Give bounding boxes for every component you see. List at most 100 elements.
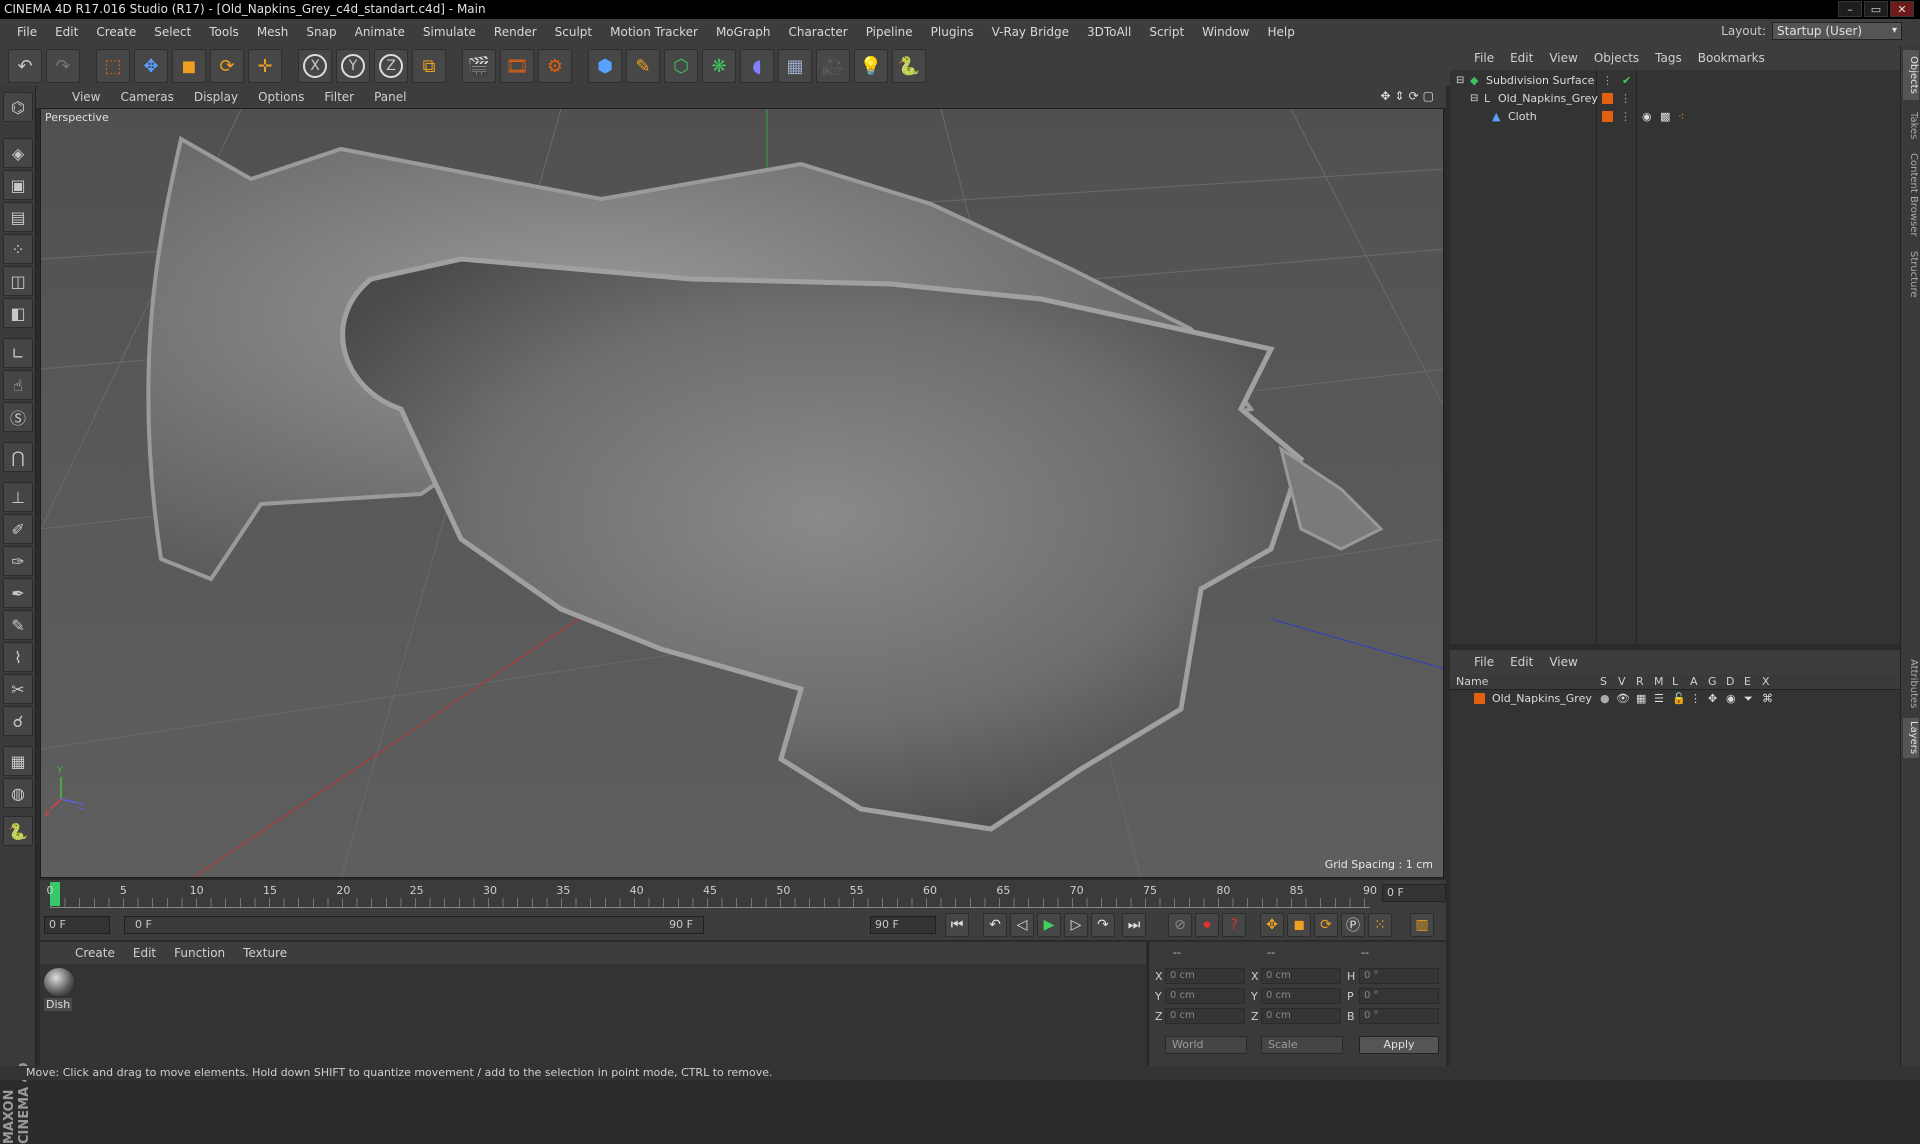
menu-motion-tracker[interactable]: Motion Tracker [601, 19, 707, 46]
sculpt-brush-icon[interactable]: ✐ [3, 514, 33, 544]
menu-create[interactable]: Create [87, 19, 145, 46]
menu-mesh[interactable]: Mesh [248, 19, 298, 46]
model-mode-icon[interactable]: ◈ [3, 138, 33, 168]
object-row-cloth[interactable]: ▲ Cloth ⋮ ◉ ▩ ⁖ [1450, 108, 1900, 126]
make-editable-icon[interactable]: ⌬ [3, 92, 33, 122]
material-menu-function[interactable]: Function [165, 946, 234, 960]
layer-render-icon[interactable]: ▦ [1636, 690, 1646, 708]
key-position-icon[interactable]: ✥ [1260, 913, 1284, 937]
size-z-field[interactable]: 0 cm [1261, 1008, 1341, 1024]
maximize-button[interactable]: ▭ [1864, 1, 1888, 17]
visibility-toggle-icon[interactable]: ⋮ [1620, 90, 1631, 108]
menu-vray-bridge[interactable]: V-Ray Bridge [983, 19, 1078, 46]
layer-row[interactable]: Old_Napkins_Grey ● 👁 ▦ ☰ 🔓 ⋮ ✥ ◉ ⏷ ⌘ [1450, 690, 1900, 708]
render-settings-icon[interactable]: ⚙ [538, 49, 572, 83]
cube-object-icon[interactable]: ⬢ [588, 49, 622, 83]
menu-plugins[interactable]: Plugins [922, 19, 983, 46]
transform-icon[interactable]: ✛ [248, 49, 282, 83]
menu-script[interactable]: Script [1140, 19, 1193, 46]
object-row-subdivision-surface[interactable]: ⊟ ◆ Subdivision Surface ⋮ ✔ [1450, 72, 1900, 90]
tab-structure[interactable]: Structure [1903, 244, 1919, 304]
material-name-label[interactable]: Dish [44, 998, 73, 1011]
grab-brush-icon[interactable]: ☌ [3, 706, 33, 736]
tab-objects[interactable]: Objects [1903, 50, 1919, 100]
array-mograph-icon[interactable]: ❋ [702, 49, 736, 83]
start-frame-field[interactable]: 0 F [44, 916, 110, 934]
viewport-menu-view[interactable]: View [62, 90, 110, 104]
object-menu-edit[interactable]: Edit [1502, 51, 1541, 65]
rotation-p-field[interactable]: 0 ° [1359, 988, 1439, 1004]
layer-deformers-icon[interactable]: ◉ [1726, 690, 1736, 708]
camera-icon[interactable]: 🎥 [816, 49, 850, 83]
object-menu-tags[interactable]: Tags [1647, 51, 1690, 65]
viewport-menu-options[interactable]: Options [248, 90, 314, 104]
workplane-icon[interactable]: ▤ [3, 202, 33, 232]
viewport-menu-panel[interactable]: Panel [364, 90, 416, 104]
python-script-icon[interactable]: 🐍 [3, 816, 33, 846]
menu-simulate[interactable]: Simulate [414, 19, 485, 46]
object-menu-view[interactable]: View [1541, 51, 1585, 65]
rotate-tool-icon[interactable]: ⟳ [210, 49, 244, 83]
menu-character[interactable]: Character [779, 19, 856, 46]
enabled-check-icon[interactable]: ✔ [1622, 72, 1631, 90]
end-frame-field[interactable]: 90 F [870, 916, 936, 934]
size-y-field[interactable]: 0 cm [1261, 988, 1341, 1004]
tab-content-browser[interactable]: Content Browser [1903, 150, 1919, 240]
previous-frame-icon[interactable]: ◁ [1010, 913, 1034, 937]
live-selection-icon[interactable]: ⬚ [96, 49, 130, 83]
menu-snap[interactable]: Snap [297, 19, 345, 46]
viewport-maximize-icon[interactable]: ▢ [1423, 89, 1434, 103]
object-menu-objects[interactable]: Objects [1586, 51, 1647, 65]
go-to-start-icon[interactable]: ⏮ [945, 913, 969, 937]
layer-xref-icon[interactable]: ⌘ [1762, 690, 1773, 708]
key-pla-icon[interactable]: ⁙ [1368, 913, 1392, 937]
record-keys-icon[interactable]: ⊘ [1168, 913, 1192, 937]
edges-mode-icon[interactable]: ◫ [3, 266, 33, 296]
flatten-brush-icon[interactable]: ⌇ [3, 642, 33, 672]
expand-icon[interactable]: ⊟ [1456, 72, 1464, 90]
3d-viewport[interactable]: Y X Z Perspective Grid Spacing : 1 cm [40, 108, 1444, 878]
menu-select[interactable]: Select [145, 19, 200, 46]
keyframe-selection-icon[interactable]: ? [1222, 913, 1246, 937]
menu-mograph[interactable]: MoGraph [707, 19, 780, 46]
layout-dropdown[interactable]: Startup (User) [1772, 22, 1902, 40]
z-axis-lock-button[interactable]: Z [374, 49, 408, 83]
deformer-icon[interactable]: ◖ [740, 49, 774, 83]
close-button[interactable]: ✕ [1890, 1, 1914, 17]
timeline-ruler[interactable] [50, 898, 1370, 908]
key-rotation-icon[interactable]: ⟳ [1314, 913, 1338, 937]
viewport-rotate-icon[interactable]: ⟳ [1409, 89, 1419, 103]
tweak-mode-icon[interactable]: ☝ [3, 370, 33, 400]
layer-color-tag[interactable] [1602, 111, 1613, 122]
layer-manager-icon[interactable]: ☰ [1654, 690, 1664, 708]
x-axis-lock-button[interactable]: X [298, 49, 332, 83]
scale-tool-icon[interactable]: ◼ [172, 49, 206, 83]
expand-icon[interactable]: ⊟ [1470, 90, 1478, 108]
viewport-menu-filter[interactable]: Filter [314, 90, 364, 104]
position-y-field[interactable]: 0 cm [1165, 988, 1245, 1004]
menu-edit[interactable]: Edit [46, 19, 87, 46]
layer-expressions-icon[interactable]: ⏷ [1744, 690, 1753, 708]
rotation-b-field[interactable]: 0 ° [1359, 1008, 1439, 1024]
viewport-menu-cameras[interactable]: Cameras [110, 90, 183, 104]
layer-animation-icon[interactable]: ⋮ [1690, 690, 1701, 708]
render-picture-viewer-icon[interactable]: 🎞 [500, 49, 534, 83]
next-frame-icon[interactable]: ▷ [1064, 913, 1088, 937]
previous-key-icon[interactable]: ↶ [983, 913, 1007, 937]
snap-icon[interactable]: Ⓢ [3, 402, 33, 432]
menu-window[interactable]: Window [1193, 19, 1258, 46]
menu-animate[interactable]: Animate [346, 19, 414, 46]
menu-tools[interactable]: Tools [200, 19, 248, 46]
visibility-toggle-icon[interactable]: ⋮ [1620, 108, 1631, 126]
spline-pen-icon[interactable]: ✎ [626, 49, 660, 83]
timeline-window-icon[interactable]: ▥ [1410, 913, 1434, 937]
sculpt-layer-icon[interactable]: ◍ [3, 778, 33, 808]
viewport-pan-icon[interactable]: ✥ [1380, 89, 1390, 103]
position-z-field[interactable]: 0 cm [1165, 1008, 1245, 1024]
play-icon[interactable]: ▶ [1037, 913, 1061, 937]
y-axis-lock-button[interactable]: Y [336, 49, 370, 83]
layer-view-icon[interactable]: 👁 [1616, 690, 1630, 708]
position-x-field[interactable]: 0 cm [1165, 968, 1245, 984]
uvw-tag-icon[interactable]: ⁖ [1678, 108, 1684, 126]
coordinate-system-icon[interactable]: ⧉ [412, 49, 446, 83]
